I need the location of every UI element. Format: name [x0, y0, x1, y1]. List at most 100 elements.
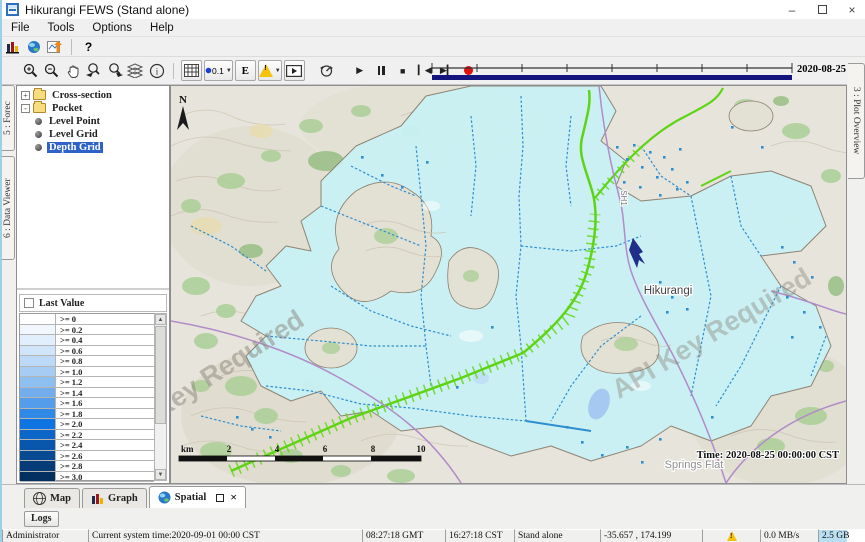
pan-hand-icon[interactable] — [62, 60, 83, 81]
status-warning-cell[interactable] — [702, 529, 760, 542]
svg-text:10: 10 — [417, 444, 427, 454]
legend-row[interactable]: >= 0 — [20, 314, 154, 325]
tab-plot-overview[interactable]: 3 : Plot Overview — [848, 63, 865, 179]
legend-row[interactable]: >= 1.4 — [20, 388, 154, 399]
main-toolbar: ? — [2, 37, 865, 57]
legend-row[interactable]: >= 3.0 — [20, 472, 154, 483]
legend-row[interactable]: >= 1.8 — [20, 409, 154, 420]
tab-close-icon[interactable]: × — [230, 490, 237, 505]
tab-data-viewer[interactable]: 6 : Data Viewer — [2, 156, 15, 260]
tab-forecasts[interactable]: 5 : Forec — [2, 85, 15, 151]
legend-row[interactable]: >= 2.0 — [20, 419, 154, 430]
archive-icon[interactable] — [2, 36, 23, 57]
zoom-out-icon[interactable] — [41, 60, 62, 81]
tab-spatial[interactable]: Spatial × — [149, 486, 246, 508]
legend-color-swatch — [20, 377, 56, 387]
tab-graph[interactable]: Graph — [82, 488, 147, 508]
bar-chart-icon — [91, 492, 104, 505]
title-bar: Hikurangi FEWS (Stand alone) – × — [2, 0, 865, 19]
legend-row-label: >= 0.4 — [56, 335, 154, 345]
menu-bar: File Tools Options Help — [2, 19, 865, 37]
zoom-in-icon[interactable] — [20, 60, 41, 81]
legend-row[interactable]: >= 0.8 — [20, 356, 154, 367]
legend-row[interactable]: >= 2.2 — [20, 430, 154, 441]
spatial-map[interactable]: API Key Required API Key Required Hikura… — [170, 85, 847, 484]
leaf-bullet-icon — [35, 118, 42, 125]
tree-item-pocket[interactable]: - Pocket — [21, 102, 169, 114]
expand-icon[interactable]: + — [21, 91, 30, 100]
town-label: Hikurangi — [644, 285, 693, 297]
tree-item-label: Cross-section — [50, 90, 114, 101]
labels-button-glyph: E — [242, 65, 249, 77]
labels-button[interactable]: E — [235, 60, 256, 81]
window-title: Hikurangi FEWS (Stand alone) — [25, 3, 777, 17]
scrollbar-thumb[interactable] — [155, 326, 166, 424]
close-button[interactable]: × — [837, 0, 865, 19]
grid-display-icon[interactable] — [44, 36, 65, 57]
scroll-up-icon[interactable]: ▲ — [155, 314, 166, 325]
legend-row[interactable]: >= 0.4 — [20, 335, 154, 346]
tab-label: Map — [50, 493, 71, 504]
legend-row-label: >= 0.8 — [56, 356, 154, 366]
animation-speed-icon[interactable] — [316, 60, 337, 81]
tab-maximize-icon[interactable] — [216, 494, 224, 502]
zoom-next-icon[interactable] — [104, 60, 125, 81]
time-slider[interactable] — [429, 60, 795, 82]
legend-row[interactable]: >= 2.6 — [20, 451, 154, 462]
tab-label: Graph — [108, 493, 138, 504]
legend-color-swatch — [20, 440, 56, 450]
grid-layer-button[interactable] — [181, 60, 202, 81]
dock-tab-bar: Map Graph Spatial × — [2, 484, 865, 508]
map-time-overlay: Time: 2020-08-25 00:00:00 CST — [697, 450, 839, 461]
legend-row[interactable]: >= 1.0 — [20, 367, 154, 378]
stop-button[interactable]: ■ — [392, 60, 414, 81]
legend-color-swatch — [20, 335, 56, 345]
tab-map[interactable]: Map — [24, 488, 80, 508]
leaf-bullet-icon — [35, 144, 42, 151]
collapse-icon[interactable]: - — [21, 104, 30, 113]
layers-icon[interactable] — [125, 60, 146, 81]
map-toolbar: i 0.1 ▼ E ▼ ▶ ■ ▎◀ ▶▎ — [2, 57, 847, 85]
last-value-checkbox[interactable] — [24, 298, 34, 308]
legend-row[interactable]: >= 0.2 — [20, 325, 154, 336]
menu-help[interactable]: Help — [141, 21, 183, 35]
menu-options[interactable]: Options — [83, 21, 141, 35]
tree-item-cross-section[interactable]: + Cross-section — [21, 89, 169, 101]
left-tab-strip: 5 : Forec 6 : Data Viewer — [2, 85, 16, 484]
info-icon[interactable]: i — [146, 60, 167, 81]
legend-row[interactable]: >= 1.6 — [20, 398, 154, 409]
logs-row: Logs — [2, 508, 865, 529]
legend-list: >= 0>= 0.2>= 0.4>= 0.6>= 0.8>= 1.0>= 1.2… — [19, 313, 154, 481]
maximize-button[interactable] — [807, 0, 837, 19]
zoom-previous-icon[interactable] — [83, 60, 104, 81]
legend-color-swatch — [20, 451, 56, 461]
tree-item-level-grid[interactable]: Level Grid — [21, 128, 169, 140]
animation-export-button[interactable] — [284, 60, 305, 81]
play-button[interactable]: ▶ — [349, 60, 371, 81]
legend-header: Last Value — [19, 294, 167, 312]
status-local-time: 16:27:18 CST — [445, 529, 514, 542]
svg-text:i: i — [155, 66, 158, 76]
legend-scrollbar[interactable]: ▲ ▼ — [154, 313, 167, 481]
scroll-down-icon[interactable]: ▼ — [155, 469, 166, 480]
logs-button[interactable]: Logs — [24, 511, 59, 527]
legend-row[interactable]: >= 2.8 — [20, 461, 154, 472]
right-tab-strip: 3 : Plot Overview — [847, 57, 865, 484]
tree-item-label: Level Grid — [47, 129, 100, 140]
status-bar: Administrator Current system time:2020-0… — [2, 529, 865, 542]
class-value-dropdown[interactable]: 0.1 ▼ — [204, 60, 233, 81]
tree-item-level-point[interactable]: Level Point — [21, 115, 169, 127]
menu-file[interactable]: File — [2, 21, 39, 35]
legend-row-label: >= 2.6 — [56, 451, 154, 461]
minimize-button[interactable]: – — [777, 0, 807, 19]
warnings-dropdown[interactable]: ▼ — [258, 60, 282, 81]
legend-row[interactable]: >= 1.2 — [20, 377, 154, 388]
leaf-bullet-icon — [35, 131, 42, 138]
menu-tools[interactable]: Tools — [39, 21, 84, 35]
legend-row[interactable]: >= 2.4 — [20, 440, 154, 451]
globe-icon[interactable] — [23, 36, 44, 57]
help-icon[interactable]: ? — [78, 36, 99, 57]
tree-item-depth-grid[interactable]: Depth Grid — [21, 141, 169, 153]
pause-button[interactable] — [371, 60, 392, 81]
legend-row[interactable]: >= 0.6 — [20, 346, 154, 357]
